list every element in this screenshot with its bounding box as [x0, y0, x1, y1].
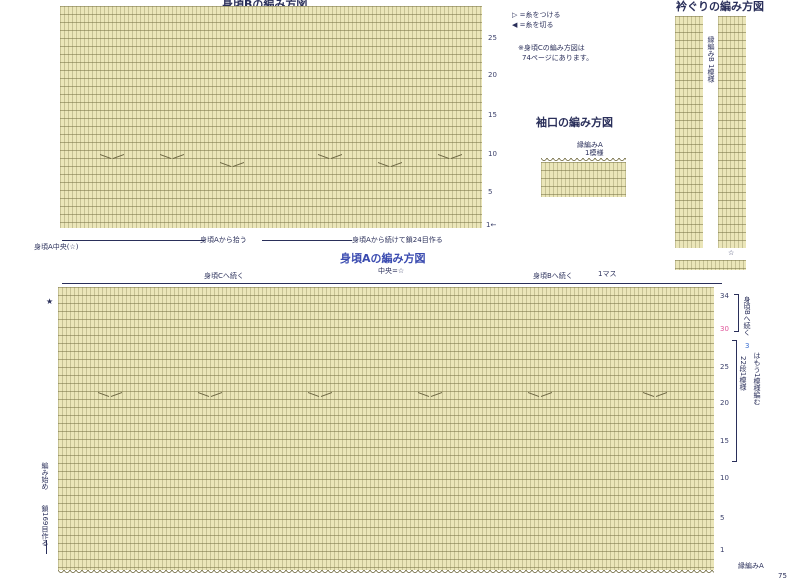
body-a-row-25: 25	[720, 363, 729, 371]
body-b-row-20: 20	[488, 71, 497, 79]
body-a-center: 中央=☆	[378, 267, 405, 275]
chain-label: 鎖169目作る	[41, 505, 49, 547]
legend-cut: ◀ =糸を切る	[512, 21, 554, 29]
body-b-row-start: 1←	[486, 221, 497, 229]
edging-chart-base	[675, 260, 746, 270]
edging-title: 衿ぐりの編み方図	[676, 0, 764, 13]
right-bracket	[734, 294, 739, 332]
body-b-chart	[60, 6, 482, 228]
body-a-center-label: 身頃A中央(☆)	[34, 243, 79, 251]
right-top-label: 身頃Bへ続く	[743, 296, 751, 336]
start-arrow-line	[46, 540, 47, 554]
body-a-row-34: 34	[720, 292, 729, 300]
body-a-edge-label: 縁編みA	[738, 562, 764, 570]
motif-mark	[100, 156, 124, 164]
body-b-row-25: 25	[488, 34, 497, 42]
body-a-row-5: 5	[720, 514, 725, 522]
body-b-row-10: 10	[488, 150, 497, 158]
motif-mark	[318, 156, 342, 164]
sleeve-chart	[541, 162, 626, 197]
motif-mark	[438, 156, 462, 164]
motif-mark	[418, 394, 442, 402]
start-label: 編み始め	[41, 462, 49, 490]
edging-vertical-label: 縁編みB 1模様	[707, 36, 715, 83]
legend-join: ▷ =糸をつける	[512, 11, 561, 19]
motif-mark	[378, 164, 402, 172]
body-a-row-10: 10	[720, 474, 729, 482]
continue-chain-label: 身頃Aから続けて鎖24目作る	[352, 236, 443, 244]
body-a-chart	[58, 287, 714, 570]
body-a-row-20: 20	[720, 399, 729, 407]
one-stitch-label: 1マス	[598, 270, 617, 278]
edging-chart-left	[675, 16, 703, 248]
body-a-bottom-scallop	[58, 570, 714, 576]
repeat-bracket	[732, 340, 737, 462]
motif-mark	[643, 394, 667, 402]
motif-mark	[308, 394, 332, 402]
sleeve-title: 袖口の編み方図	[536, 116, 613, 129]
pickup-line	[62, 240, 204, 241]
body-a-left-continue: 身頃Cへ続く	[204, 272, 244, 280]
body-a-title: 身頃Aの編み方図	[340, 252, 426, 265]
note-line-1: ※身頃Cの編み方図は	[518, 44, 585, 52]
body-a-row-15: 15	[720, 437, 729, 445]
body-a-row-1: 1	[720, 546, 725, 554]
motif-mark	[98, 394, 122, 402]
edging-chart-right	[718, 16, 746, 248]
sleeve-repeat-label: 1模様	[585, 149, 604, 157]
edging-star: ☆	[728, 249, 735, 257]
motif-mark	[160, 156, 184, 164]
sleeve-scallop	[541, 158, 626, 164]
body-b-row-15: 15	[488, 111, 497, 119]
motif-mark	[198, 394, 222, 402]
repeat-note: はもう1模様編む	[753, 352, 761, 406]
note-line-2: 74ページにあります。	[522, 54, 594, 62]
motif-mark	[528, 394, 552, 402]
sleeve-edge-label: 縁編みA	[577, 141, 603, 149]
body-a-row-30: 30	[720, 325, 729, 333]
pickup-line-right	[262, 240, 352, 241]
repeat-note-num: 3	[745, 342, 750, 350]
top-right-line	[392, 283, 722, 284]
body-a-star: ★	[46, 297, 54, 306]
top-left-line	[62, 283, 392, 284]
motif-mark	[220, 164, 244, 172]
rows-note: 22段1模様	[739, 356, 747, 391]
page-number: 75	[778, 572, 787, 580]
body-b-row-5: 5	[488, 188, 493, 196]
body-a-right-continue: 身頃Bへ続く	[533, 272, 573, 280]
pickup-label: 身頃Aから拾う	[200, 236, 247, 244]
